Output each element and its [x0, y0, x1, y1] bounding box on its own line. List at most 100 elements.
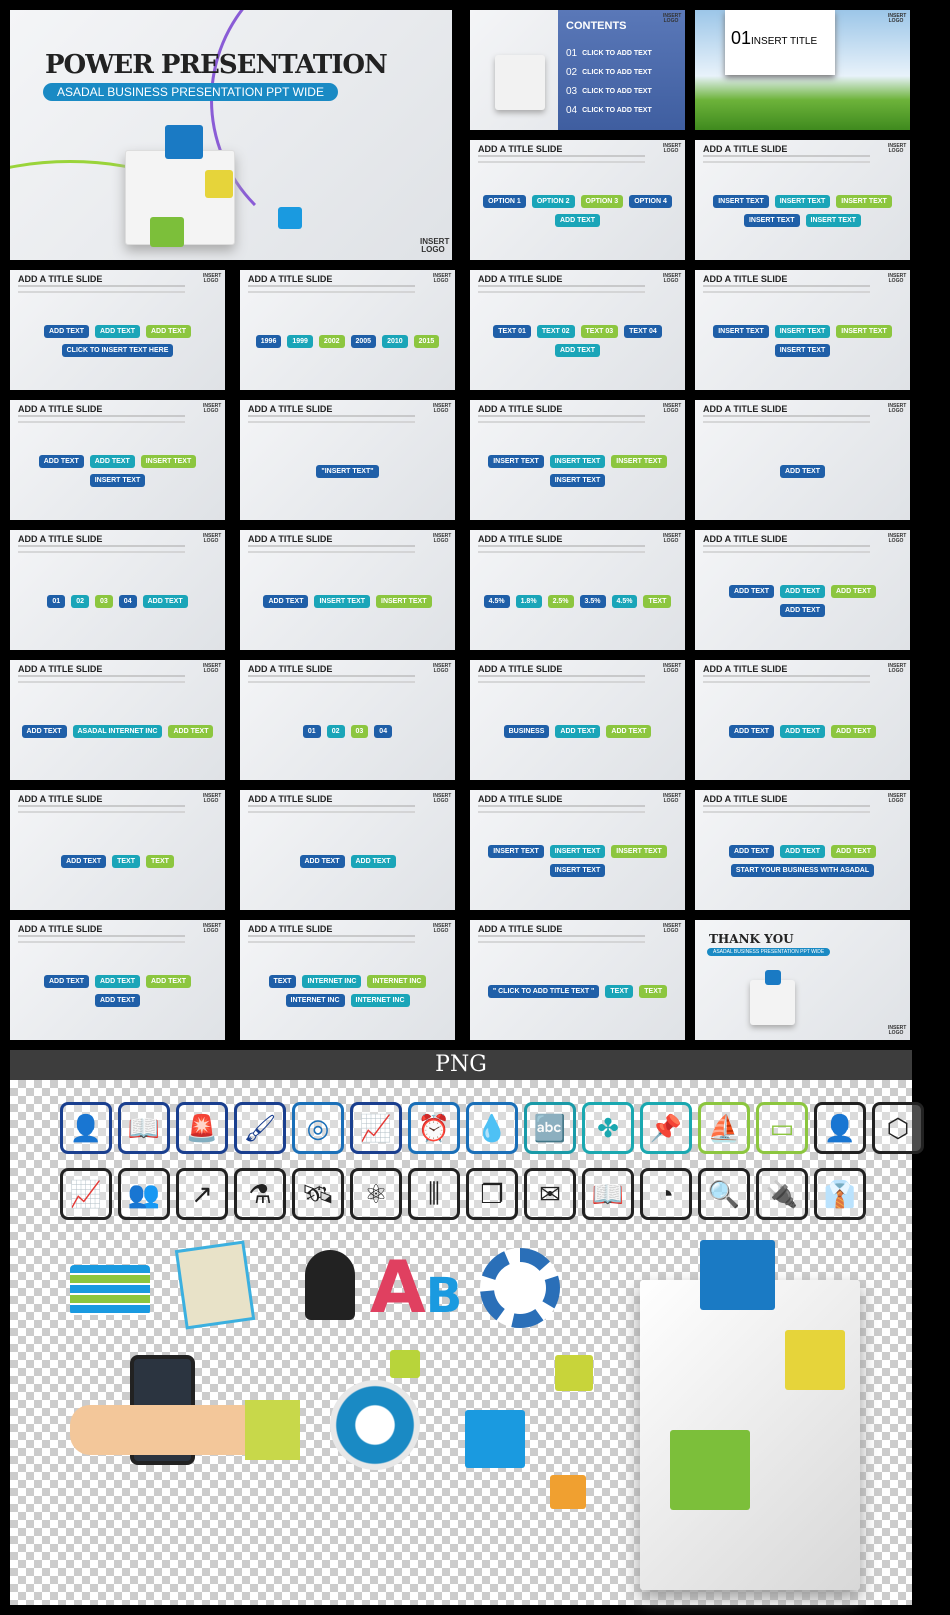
envelope-icon: ✉ — [524, 1168, 576, 1220]
slide-label: CLICK TO INSERT TEXT HERE — [61, 344, 174, 357]
content-slide[interactable]: ADD A TITLE SLIDE INSERT LOGO INSERT TEXT I… — [695, 140, 910, 260]
contents-item[interactable]: 04 CLICK TO ADD TEXT — [566, 105, 677, 116]
contents-item[interactable]: 03 CLICK TO ADD TEXT — [566, 86, 677, 97]
content-slide[interactable]: ADD A TITLE SLIDE INSERT LOGO ADD TEXT ADD … — [695, 530, 910, 650]
slide-title: THANK YOU — [709, 932, 794, 946]
content-slide[interactable]: ADD A TITLE SLIDE INSERT LOGO ADD TEXT ADD … — [10, 270, 225, 390]
windows-icon: ❐ — [466, 1168, 518, 1220]
search-icon: 🔍 — [698, 1168, 750, 1220]
slide-description — [703, 545, 870, 553]
paper-boat-icon: ⛵ — [698, 1102, 750, 1154]
content-slide[interactable]: ADD A TITLE SLIDE INSERT LOGO ADD TEXT ADD … — [695, 790, 910, 910]
insert-logo: INSERT LOGO — [433, 923, 452, 934]
thank-you-slide[interactable]: THANK YOU ASADAL BUSINESS PRESENTATION P… — [695, 920, 910, 1040]
slide-description — [248, 675, 415, 683]
slide-title: ADD A TITLE SLIDE — [18, 404, 103, 414]
slide-description — [18, 675, 185, 683]
shirt-icon: 👔 — [814, 1168, 866, 1220]
slide-label: INSERT TEXT — [488, 845, 544, 858]
slide-labels: OPTION 1 OPTION 2 OPTION 3 OPTION 4 ADD TEXT — [480, 170, 675, 252]
slide-label: 03 — [95, 594, 113, 608]
content-slide[interactable]: ADD A TITLE SLIDE INSERT LOGO ADD TEXT TEXT… — [10, 790, 225, 910]
content-slide[interactable]: ADD A TITLE SLIDE INSERT LOGO 1996 1999 2002… — [240, 270, 455, 390]
slide-label: INSERT TEXT — [836, 195, 892, 208]
content-slide[interactable]: ADD A TITLE SLIDE INSERT LOGO ADD TEXT ADD … — [695, 660, 910, 780]
slide-description — [248, 545, 415, 553]
slide-description — [18, 805, 185, 813]
slide-title: ADD A TITLE SLIDE — [478, 794, 563, 804]
content-slide[interactable]: ADD A TITLE SLIDE INSERT LOGO TEXT 01 TEXT … — [470, 270, 685, 390]
contents-slide[interactable]: CONTENTS 01 CLICK TO ADD TEXT 02 CLICK TO A… — [470, 10, 685, 130]
slide-description — [18, 935, 185, 943]
content-slide[interactable]: ADD A TITLE SLIDE INSERT LOGO 01 02 03 04 ADD … — [10, 530, 225, 650]
title-slide[interactable]: POWER PRESENTATION ASADAL BUSINESS PRESE… — [10, 10, 452, 260]
section-slide[interactable]: 01INSERT TITLE INSERT LOGO — [695, 10, 910, 130]
slide-description — [478, 415, 645, 423]
3d-cube-icon: ⬡ — [872, 1102, 924, 1154]
insert-logo: INSERT LOGO — [888, 13, 907, 24]
clover-icon: ✤ — [582, 1102, 634, 1154]
slide-labels: 01 02 03 04 — [250, 690, 445, 772]
slide-label: INSERT TEXT — [713, 325, 769, 338]
blue-cube — [765, 970, 781, 985]
content-slide[interactable]: ADD A TITLE SLIDE INSERT LOGO " CLICK TO A… — [470, 920, 685, 1040]
content-slide[interactable]: ADD A TITLE SLIDE INSERT LOGO INSERT TEXT I… — [470, 790, 685, 910]
content-slide[interactable]: ADD A TITLE SLIDE INSERT LOGO 4.5% 1.8% 2.5%… — [470, 530, 685, 650]
content-slide[interactable]: ADD A TITLE SLIDE INSERT LOGO BUSINESS ADD … — [470, 660, 685, 780]
small-blue-cube — [278, 207, 302, 229]
content-slide[interactable]: ADD A TITLE SLIDE INSERT LOGO OPTION 1 OPTI… — [470, 140, 685, 260]
content-slide[interactable]: ADD A TITLE SLIDE INSERT LOGO ADD TEXT — [695, 400, 910, 520]
content-slide[interactable]: ADD A TITLE SLIDE INSERT LOGO INSERT TEXT I… — [695, 270, 910, 390]
users-icon: 👥 — [118, 1168, 170, 1220]
content-slide[interactable]: ADD A TITLE SLIDE INSERT LOGO ADD TEXT ADD … — [10, 920, 225, 1040]
slide-label: ADD TEXT — [44, 975, 89, 988]
slide-label: ADD TEXT — [146, 975, 191, 988]
slide-labels: ADD TEXT ADD TEXT ADD TEXT START YOUR BUSIN… — [705, 820, 900, 902]
abc-blocks-icon: 🔤 — [524, 1102, 576, 1154]
slide-labels: ADD TEXT TEXT TEXT — [20, 820, 215, 902]
slide-label: 04 — [118, 594, 137, 608]
insert-logo: INSERT LOGO — [663, 663, 682, 674]
slide-description — [248, 415, 415, 423]
slide-labels: ADD TEXT — [705, 430, 900, 512]
slide-label: ADD TEXT — [95, 325, 140, 338]
item-label: CLICK TO ADD TEXT — [582, 107, 652, 114]
slide-title: ADD A TITLE SLIDE — [478, 924, 563, 934]
slide-label: INSERT TEXT — [774, 195, 831, 208]
slide-labels: ADD TEXT ADD TEXT ADD TEXT — [705, 690, 900, 772]
slide-label: ADD TEXT — [263, 594, 309, 608]
megaphone-image — [330, 1380, 420, 1470]
insert-logo: INSERT LOGO — [663, 923, 682, 934]
drop-icon: 💧 — [466, 1102, 518, 1154]
slide-label: "INSERT TEXT" — [316, 464, 379, 478]
slide-description — [703, 675, 870, 683]
slide-labels: ADD TEXT ADD TEXT ADD TEXT ADD TEXT — [705, 560, 900, 642]
slide-labels: INSERT TEXT INSERT TEXT INSERT TEXT INSERT … — [480, 820, 675, 902]
insert-logo: INSERT LOGO — [433, 533, 452, 544]
contents-item[interactable]: 02 CLICK TO ADD TEXT — [566, 67, 677, 78]
content-slide[interactable]: ADD A TITLE SLIDE INSERT LOGO "INSERT TEXT… — [240, 400, 455, 520]
insert-logo: INSERT LOGO — [203, 533, 222, 544]
contents-item[interactable]: 01 CLICK TO ADD TEXT — [566, 48, 677, 59]
content-slide[interactable]: ADD A TITLE SLIDE INSERT LOGO ADD TEXT ADD … — [240, 790, 455, 910]
content-slide[interactable]: ADD A TITLE SLIDE INSERT LOGO 01 02 03 04 — [240, 660, 455, 780]
content-slide[interactable]: ADD A TITLE SLIDE INSERT LOGO TEXT INTERNET… — [240, 920, 455, 1040]
insert-logo: INSERT LOGO — [888, 663, 907, 674]
content-slide[interactable]: ADD A TITLE SLIDE INSERT LOGO INSERT TEXT I… — [470, 400, 685, 520]
slide-label: INTERNET INC — [350, 994, 410, 1007]
slide-label: 2002 — [318, 334, 345, 348]
slide-label: ADD TEXT — [555, 344, 600, 357]
monitor-chart-icon: 📈 — [60, 1168, 112, 1220]
blue-cube — [465, 1410, 525, 1468]
content-slide[interactable]: ADD A TITLE SLIDE INSERT LOGO ADD TEXT INSE… — [240, 530, 455, 650]
slide-title: ADD A TITLE SLIDE — [18, 924, 103, 934]
content-slide[interactable]: ADD A TITLE SLIDE INSERT LOGO ADD TEXT ADD … — [10, 400, 225, 520]
brush-icon: 🖌 — [234, 1102, 286, 1154]
insert-logo: INSERT LOGO — [203, 273, 222, 284]
abc-letters-image: AB — [370, 1245, 463, 1329]
slide-label: 03 — [350, 724, 369, 738]
section-number: 01 — [731, 28, 752, 48]
slide-label: ADD TEXT — [44, 325, 89, 338]
slide-label: 01 — [302, 724, 321, 738]
content-slide[interactable]: ADD A TITLE SLIDE INSERT LOGO ADD TEXT ASAD… — [10, 660, 225, 780]
